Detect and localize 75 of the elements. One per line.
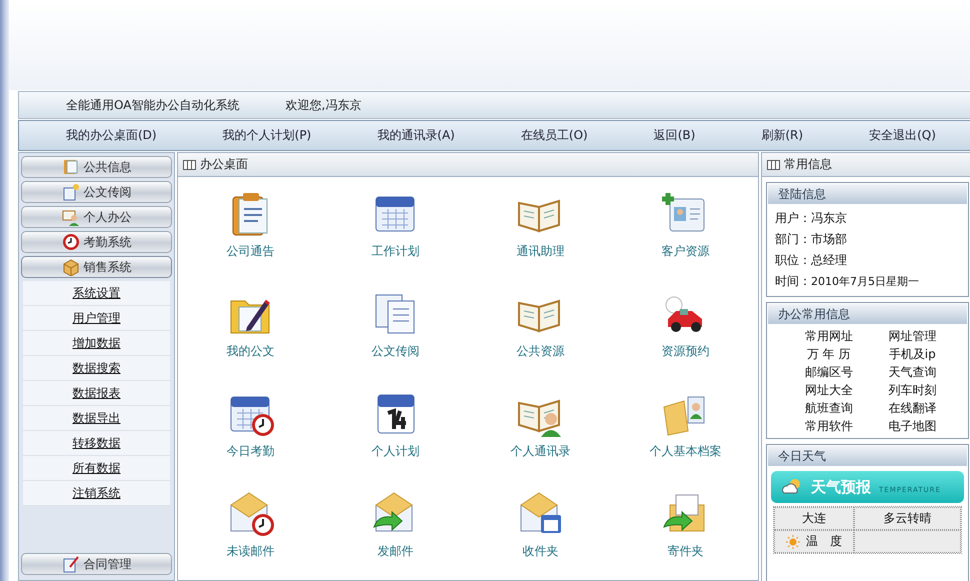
banner-title: 天气预报 — [811, 478, 871, 496]
nav-link[interactable]: 返回(B) — [654, 127, 696, 144]
sidebar-link[interactable]: 所有数据 — [23, 456, 170, 481]
card-title: 办公常用信息 — [767, 303, 968, 325]
desktop-shortcut[interactable]: 公司通告 — [178, 187, 323, 264]
sidebar-link[interactable]: 转移数据 — [23, 431, 170, 456]
desktop-shortcut[interactable]: 通讯助理 — [468, 187, 613, 264]
desktop-shortcut[interactable]: 个人计划 — [323, 387, 468, 464]
system-title: 全能通用OA智能办公自动化系统 — [66, 96, 240, 114]
nav-link[interactable]: 在线员工(O) — [520, 127, 588, 144]
panel-title: 办公桌面 — [200, 156, 248, 173]
columns-icon — [183, 160, 196, 170]
sidebar-group-button[interactable]: 个人办公 — [21, 206, 172, 228]
office-link[interactable]: 网址大全 — [787, 382, 870, 399]
panel-title: 常用信息 — [784, 156, 832, 173]
office-link[interactable]: 常用软件 — [787, 418, 870, 435]
document-pen-icon — [62, 555, 80, 573]
desktop-shortcut[interactable]: 收件夹 — [468, 487, 613, 564]
sidebar-link[interactable]: 系统设置 — [23, 281, 170, 306]
desktop-shortcut[interactable]: 工作计划 — [323, 187, 468, 264]
desktop-shortcut[interactable]: 公共资源 — [468, 287, 613, 364]
sidebar-link[interactable]: 数据搜索 — [23, 356, 170, 381]
sidebar-group-button[interactable]: 考勤系统 — [21, 231, 172, 253]
weather-cell: 多云转晴 — [854, 507, 961, 530]
desktop-shortcut[interactable]: 客户资源 — [613, 187, 758, 264]
office-link[interactable]: 手机及ip — [870, 346, 954, 363]
desktop-shortcut[interactable]: 今日考勤 — [178, 387, 323, 464]
info-line: 时间：2010年7月5日星期一 — [775, 273, 920, 290]
office-link[interactable]: 网址管理 — [870, 328, 954, 345]
weather-cell: 大连 — [774, 507, 854, 530]
desktop-shortcut[interactable]: 寄件夹 — [613, 487, 758, 564]
card-title: 登陆信息 — [767, 183, 968, 205]
document-star-icon — [62, 183, 80, 201]
box-icon — [62, 258, 80, 276]
nav-link[interactable]: 我的办公桌面(D) — [66, 127, 157, 144]
weather-cell: 温 度 — [774, 530, 854, 553]
sidebar-group-button[interactable]: 合同管理 — [21, 553, 172, 575]
clock-icon — [62, 233, 80, 251]
desktop-shortcut[interactable]: 资源预约 — [613, 287, 758, 364]
sidebar-group-button[interactable]: 公文传阅 — [21, 181, 172, 203]
sidebar-group-button[interactable]: 销售系统 — [21, 256, 172, 278]
sidebar-link[interactable]: 数据导出 — [23, 406, 170, 431]
cloud-sun-icon — [781, 478, 803, 496]
office-link[interactable]: 电子地图 — [870, 418, 954, 435]
desktop-shortcut[interactable]: 未读邮件 — [178, 487, 323, 564]
office-link[interactable]: 邮编区号 — [787, 364, 870, 381]
sidebar-group-button[interactable]: 公共信息 — [21, 156, 172, 178]
sun-icon — [786, 534, 800, 548]
desktop-shortcut[interactable]: 发邮件 — [323, 487, 468, 564]
desktop-shortcut[interactable]: 个人通讯录 — [468, 387, 613, 464]
office-link[interactable]: 万 年 历 — [787, 346, 870, 363]
office-link[interactable]: 常用网址 — [787, 328, 870, 345]
office-link[interactable]: 航班查询 — [787, 400, 870, 417]
nav-link[interactable]: 刷新(R) — [761, 127, 804, 144]
person-book-icon — [62, 208, 80, 226]
desktop-shortcut[interactable]: 我的公文 — [178, 287, 323, 364]
sidebar-link[interactable]: 注销系统 — [23, 481, 170, 506]
sidebar-link[interactable]: 用户管理 — [23, 306, 170, 331]
desktop-shortcut[interactable]: 个人基本档案 — [613, 387, 758, 464]
info-line: 部门：市场部 — [775, 231, 848, 248]
card-title: 今日天气 — [767, 445, 968, 467]
info-line: 用户：冯东京 — [775, 210, 848, 227]
sidebar-link[interactable]: 增加数据 — [23, 331, 170, 356]
office-link[interactable]: 天气查询 — [870, 364, 954, 381]
sidebar-link[interactable]: 数据报表 — [23, 381, 170, 406]
nav-link[interactable]: 我的个人计划(P) — [222, 127, 312, 144]
desktop-shortcut[interactable]: 公文传阅 — [323, 287, 468, 364]
info-line: 职位：总经理 — [775, 252, 848, 269]
nav-link[interactable]: 安全退出(Q) — [869, 127, 936, 144]
office-link[interactable]: 列车时刻 — [870, 382, 954, 399]
welcome-text: 欢迎您,冯东京 — [285, 96, 362, 114]
notepad-icon — [62, 158, 80, 176]
columns-icon — [767, 160, 780, 170]
office-link[interactable]: 在线翻译 — [870, 400, 954, 417]
nav-link[interactable]: 我的通讯录(A) — [377, 127, 455, 144]
